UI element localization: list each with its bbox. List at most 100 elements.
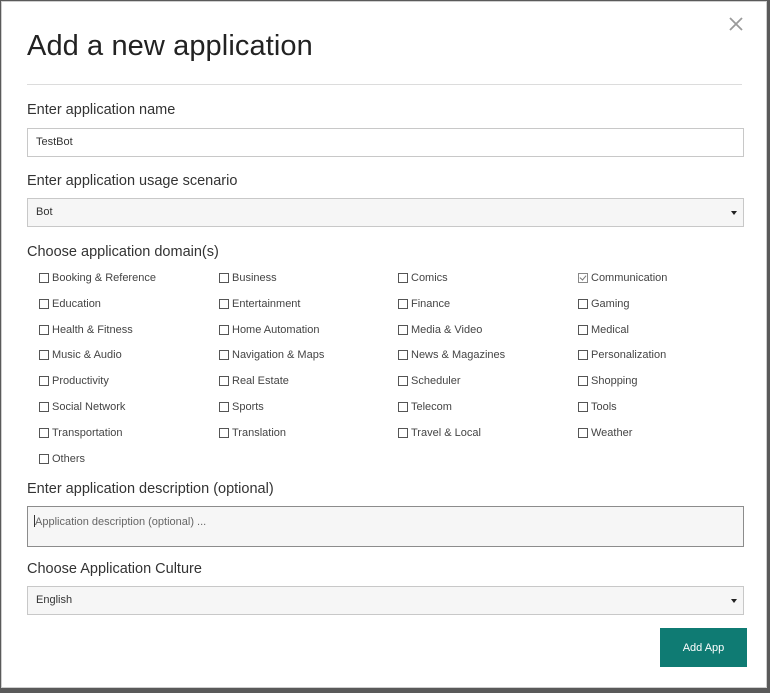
domain-checkbox-item[interactable]: Home Automation: [219, 322, 319, 338]
domain-checkbox-item[interactable]: Travel & Local: [398, 425, 481, 441]
domain-label: Entertainment: [232, 297, 301, 310]
domain-checkbox-item[interactable]: News & Magazines: [398, 347, 505, 363]
domain-checkbox-item[interactable]: Comics: [398, 270, 448, 286]
chevron-down-icon: [731, 599, 737, 603]
domain-checkbox-item[interactable]: Media & Video: [398, 322, 482, 338]
checkbox[interactable]: [398, 298, 408, 309]
domain-checkbox-item[interactable]: Social Network: [39, 399, 125, 415]
domain-label: Home Automation: [232, 323, 320, 336]
checkbox[interactable]: [578, 298, 588, 309]
usage-scenario-select[interactable]: Bot: [27, 198, 744, 227]
domain-checkbox-item[interactable]: Translation: [219, 425, 286, 441]
culture-value: English: [36, 594, 73, 606]
checkbox[interactable]: [398, 427, 408, 438]
checkbox[interactable]: [578, 376, 588, 387]
domain-label: Shopping: [591, 375, 638, 388]
checkbox[interactable]: [578, 350, 588, 361]
domain-checkbox-item[interactable]: Education: [39, 296, 101, 312]
checkbox[interactable]: [39, 324, 49, 335]
domain-checkbox-item[interactable]: Sports: [219, 399, 264, 415]
domain-label: Translation: [232, 426, 287, 439]
usage-scenario-label: Enter application usage scenario: [27, 173, 238, 189]
domain-checkbox-item[interactable]: Personalization: [578, 347, 666, 363]
checkbox[interactable]: [398, 350, 408, 361]
checkbox[interactable]: [219, 273, 229, 283]
domain-label: Education: [52, 297, 101, 310]
checkbox[interactable]: [39, 427, 49, 438]
domain-label: Navigation & Maps: [232, 349, 325, 362]
domain-label: Scheduler: [411, 375, 461, 388]
application-name-input[interactable]: TestBot: [27, 128, 744, 157]
checkbox[interactable]: [39, 350, 49, 361]
checkbox[interactable]: [219, 350, 229, 361]
description-textarea[interactable]: Application description (optional) ...: [27, 506, 744, 547]
title-divider: [27, 84, 742, 85]
domain-checkbox-item[interactable]: Finance: [398, 296, 450, 312]
checkbox[interactable]: [219, 298, 229, 309]
domains-label: Choose application domain(s): [27, 244, 219, 260]
domain-label: Music & Audio: [52, 349, 122, 362]
checkbox[interactable]: [578, 273, 588, 283]
domain-checkbox-item[interactable]: Navigation & Maps: [219, 347, 324, 363]
domain-label: Comics: [411, 272, 448, 284]
checkbox[interactable]: [398, 324, 408, 335]
checkbox[interactable]: [219, 324, 229, 335]
checkbox[interactable]: [39, 298, 49, 309]
close-icon[interactable]: [728, 16, 748, 36]
checkbox[interactable]: [39, 453, 49, 464]
checkbox[interactable]: [39, 273, 49, 283]
domain-label: Finance: [411, 297, 451, 310]
checkbox[interactable]: [39, 376, 49, 387]
domain-checkbox-item[interactable]: Communication: [578, 270, 667, 286]
dialog-title: Add a new application: [27, 30, 313, 62]
description-placeholder: Application description (optional) ...: [35, 516, 207, 528]
domain-label: Health & Fitness: [52, 323, 133, 336]
checkbox[interactable]: [39, 402, 49, 412]
domain-checkbox-item[interactable]: Tools: [578, 399, 617, 415]
checkbox[interactable]: [219, 402, 229, 412]
domain-checkbox-item[interactable]: Weather: [578, 425, 632, 441]
domain-checkbox-item[interactable]: Gaming: [578, 296, 630, 312]
domain-label: Communication: [591, 272, 668, 284]
domain-checkbox-item[interactable]: Telecom: [398, 399, 452, 415]
domain-label: Travel & Local: [411, 426, 481, 439]
domain-checkbox-item[interactable]: Shopping: [578, 373, 638, 389]
culture-select[interactable]: English: [27, 586, 744, 615]
checkbox[interactable]: [398, 402, 408, 412]
domain-label: Business: [232, 272, 277, 284]
domain-label: Media & Video: [411, 323, 483, 336]
domain-checkbox-item[interactable]: Business: [219, 270, 277, 286]
domain-label: Booking & Reference: [52, 272, 156, 284]
checkbox[interactable]: [398, 376, 408, 387]
domain-checkbox-item[interactable]: Medical: [578, 322, 629, 338]
domain-checkbox-item[interactable]: Others: [39, 451, 85, 467]
checkbox[interactable]: [578, 324, 588, 335]
domain-label: Social Network: [52, 401, 126, 413]
domain-label: Weather: [591, 426, 633, 439]
domain-checkbox-item[interactable]: Transportation: [39, 425, 123, 441]
domain-label: Transportation: [52, 426, 123, 439]
domain-checkbox-item[interactable]: Real Estate: [219, 373, 289, 389]
add-application-dialog: Add a new application Enter application …: [1, 1, 767, 688]
domain-label: Sports: [232, 401, 264, 413]
domain-checkbox-item[interactable]: Health & Fitness: [39, 322, 133, 338]
domain-checkbox-item[interactable]: Entertainment: [219, 296, 300, 312]
domain-label: Telecom: [411, 401, 452, 413]
checkbox[interactable]: [219, 376, 229, 387]
chevron-down-icon: [731, 211, 737, 215]
domain-checkbox-item[interactable]: Booking & Reference: [39, 270, 156, 286]
domain-label: Personalization: [591, 349, 667, 362]
checkbox[interactable]: [578, 427, 588, 438]
domain-checkbox-item[interactable]: Scheduler: [398, 373, 461, 389]
checkbox[interactable]: [398, 273, 408, 283]
checkbox[interactable]: [578, 402, 588, 412]
domain-label: Real Estate: [232, 375, 289, 388]
usage-scenario-value: Bot: [36, 206, 53, 218]
add-app-button[interactable]: Add App: [660, 628, 747, 667]
culture-label: Choose Application Culture: [27, 561, 202, 577]
domain-checkbox-item[interactable]: Productivity: [39, 373, 109, 389]
checkbox[interactable]: [219, 427, 229, 438]
domain-checkbox-item[interactable]: Music & Audio: [39, 347, 122, 363]
domain-label: Tools: [591, 401, 617, 413]
description-label: Enter application description (optional): [27, 481, 274, 497]
